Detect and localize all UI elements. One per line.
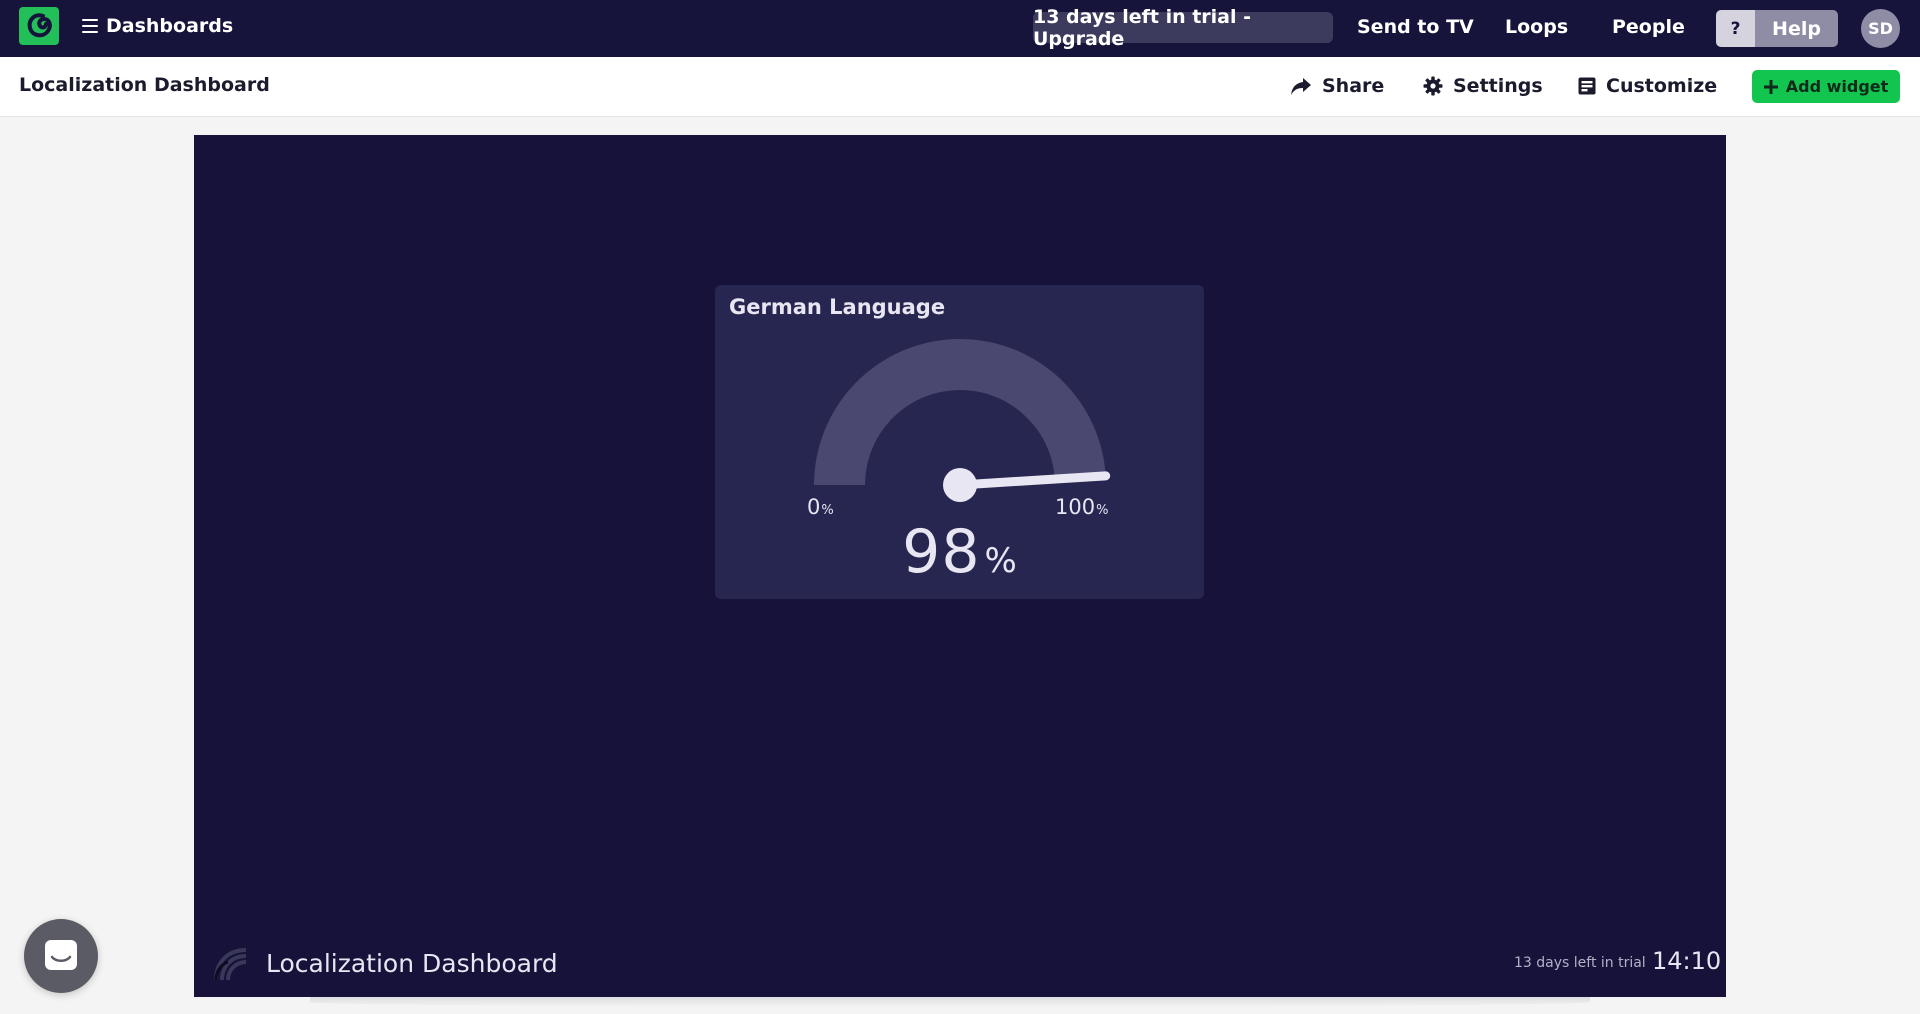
gauge-hub bbox=[943, 468, 977, 502]
customize-icon bbox=[1578, 77, 1596, 95]
gauge-widget[interactable]: German Language 0% 100% 98% bbox=[715, 285, 1204, 599]
gauge-value: 98% bbox=[902, 517, 1017, 587]
send-to-tv-link[interactable]: Send to TV bbox=[1357, 12, 1474, 43]
plus-icon bbox=[1763, 79, 1778, 94]
help-button[interactable]: ? Help bbox=[1716, 10, 1838, 47]
help-label: Help bbox=[1755, 10, 1838, 47]
people-link[interactable]: People bbox=[1612, 12, 1685, 43]
share-icon bbox=[1291, 78, 1311, 95]
gauge-track bbox=[814, 339, 1106, 485]
canvas-shadow bbox=[310, 997, 1590, 1007]
geckoboard-logo bbox=[212, 944, 252, 984]
dashboards-menu-button[interactable]: Dashboards bbox=[82, 13, 233, 39]
dashboard-toolbar: Localization Dashboard Share Settings Cu… bbox=[0, 57, 1920, 117]
customize-button[interactable]: Customize bbox=[1578, 71, 1717, 101]
add-widget-button[interactable]: Add widget bbox=[1752, 70, 1900, 103]
top-nav: Dashboards 13 days left in trial - Upgra… bbox=[0, 0, 1920, 57]
gear-icon bbox=[1423, 76, 1443, 96]
loops-link[interactable]: Loops bbox=[1505, 12, 1568, 43]
share-label: Share bbox=[1322, 75, 1385, 97]
dashboard-title: Localization Dashboard bbox=[19, 74, 270, 96]
trial-upgrade-button[interactable]: 13 days left in trial - Upgrade bbox=[1033, 6, 1333, 50]
canvas-dashboard-title: Localization Dashboard bbox=[266, 949, 558, 978]
dashboards-menu-label: Dashboards bbox=[106, 15, 234, 37]
chat-launcher-button[interactable] bbox=[24, 919, 98, 993]
app-logo[interactable] bbox=[19, 7, 59, 45]
customize-label: Customize bbox=[1606, 75, 1718, 97]
help-question-icon: ? bbox=[1716, 10, 1755, 47]
gauge-needle bbox=[955, 471, 1111, 490]
user-avatar[interactable]: SD bbox=[1861, 9, 1900, 48]
dashboard-canvas: German Language 0% 100% 98% Localization… bbox=[194, 135, 1726, 997]
hamburger-icon bbox=[82, 19, 98, 33]
settings-label: Settings bbox=[1453, 75, 1543, 97]
add-widget-label: Add widget bbox=[1785, 77, 1889, 96]
gauge-max-label: 100% bbox=[1055, 495, 1109, 519]
canvas-clock: 14:10 bbox=[1652, 947, 1722, 975]
gauge-min-label: 0% bbox=[807, 495, 834, 519]
share-button[interactable]: Share bbox=[1290, 71, 1384, 101]
chat-icon bbox=[45, 940, 77, 970]
settings-button[interactable]: Settings bbox=[1423, 71, 1543, 101]
canvas-trial-text: 13 days left in trial bbox=[1514, 955, 1646, 971]
